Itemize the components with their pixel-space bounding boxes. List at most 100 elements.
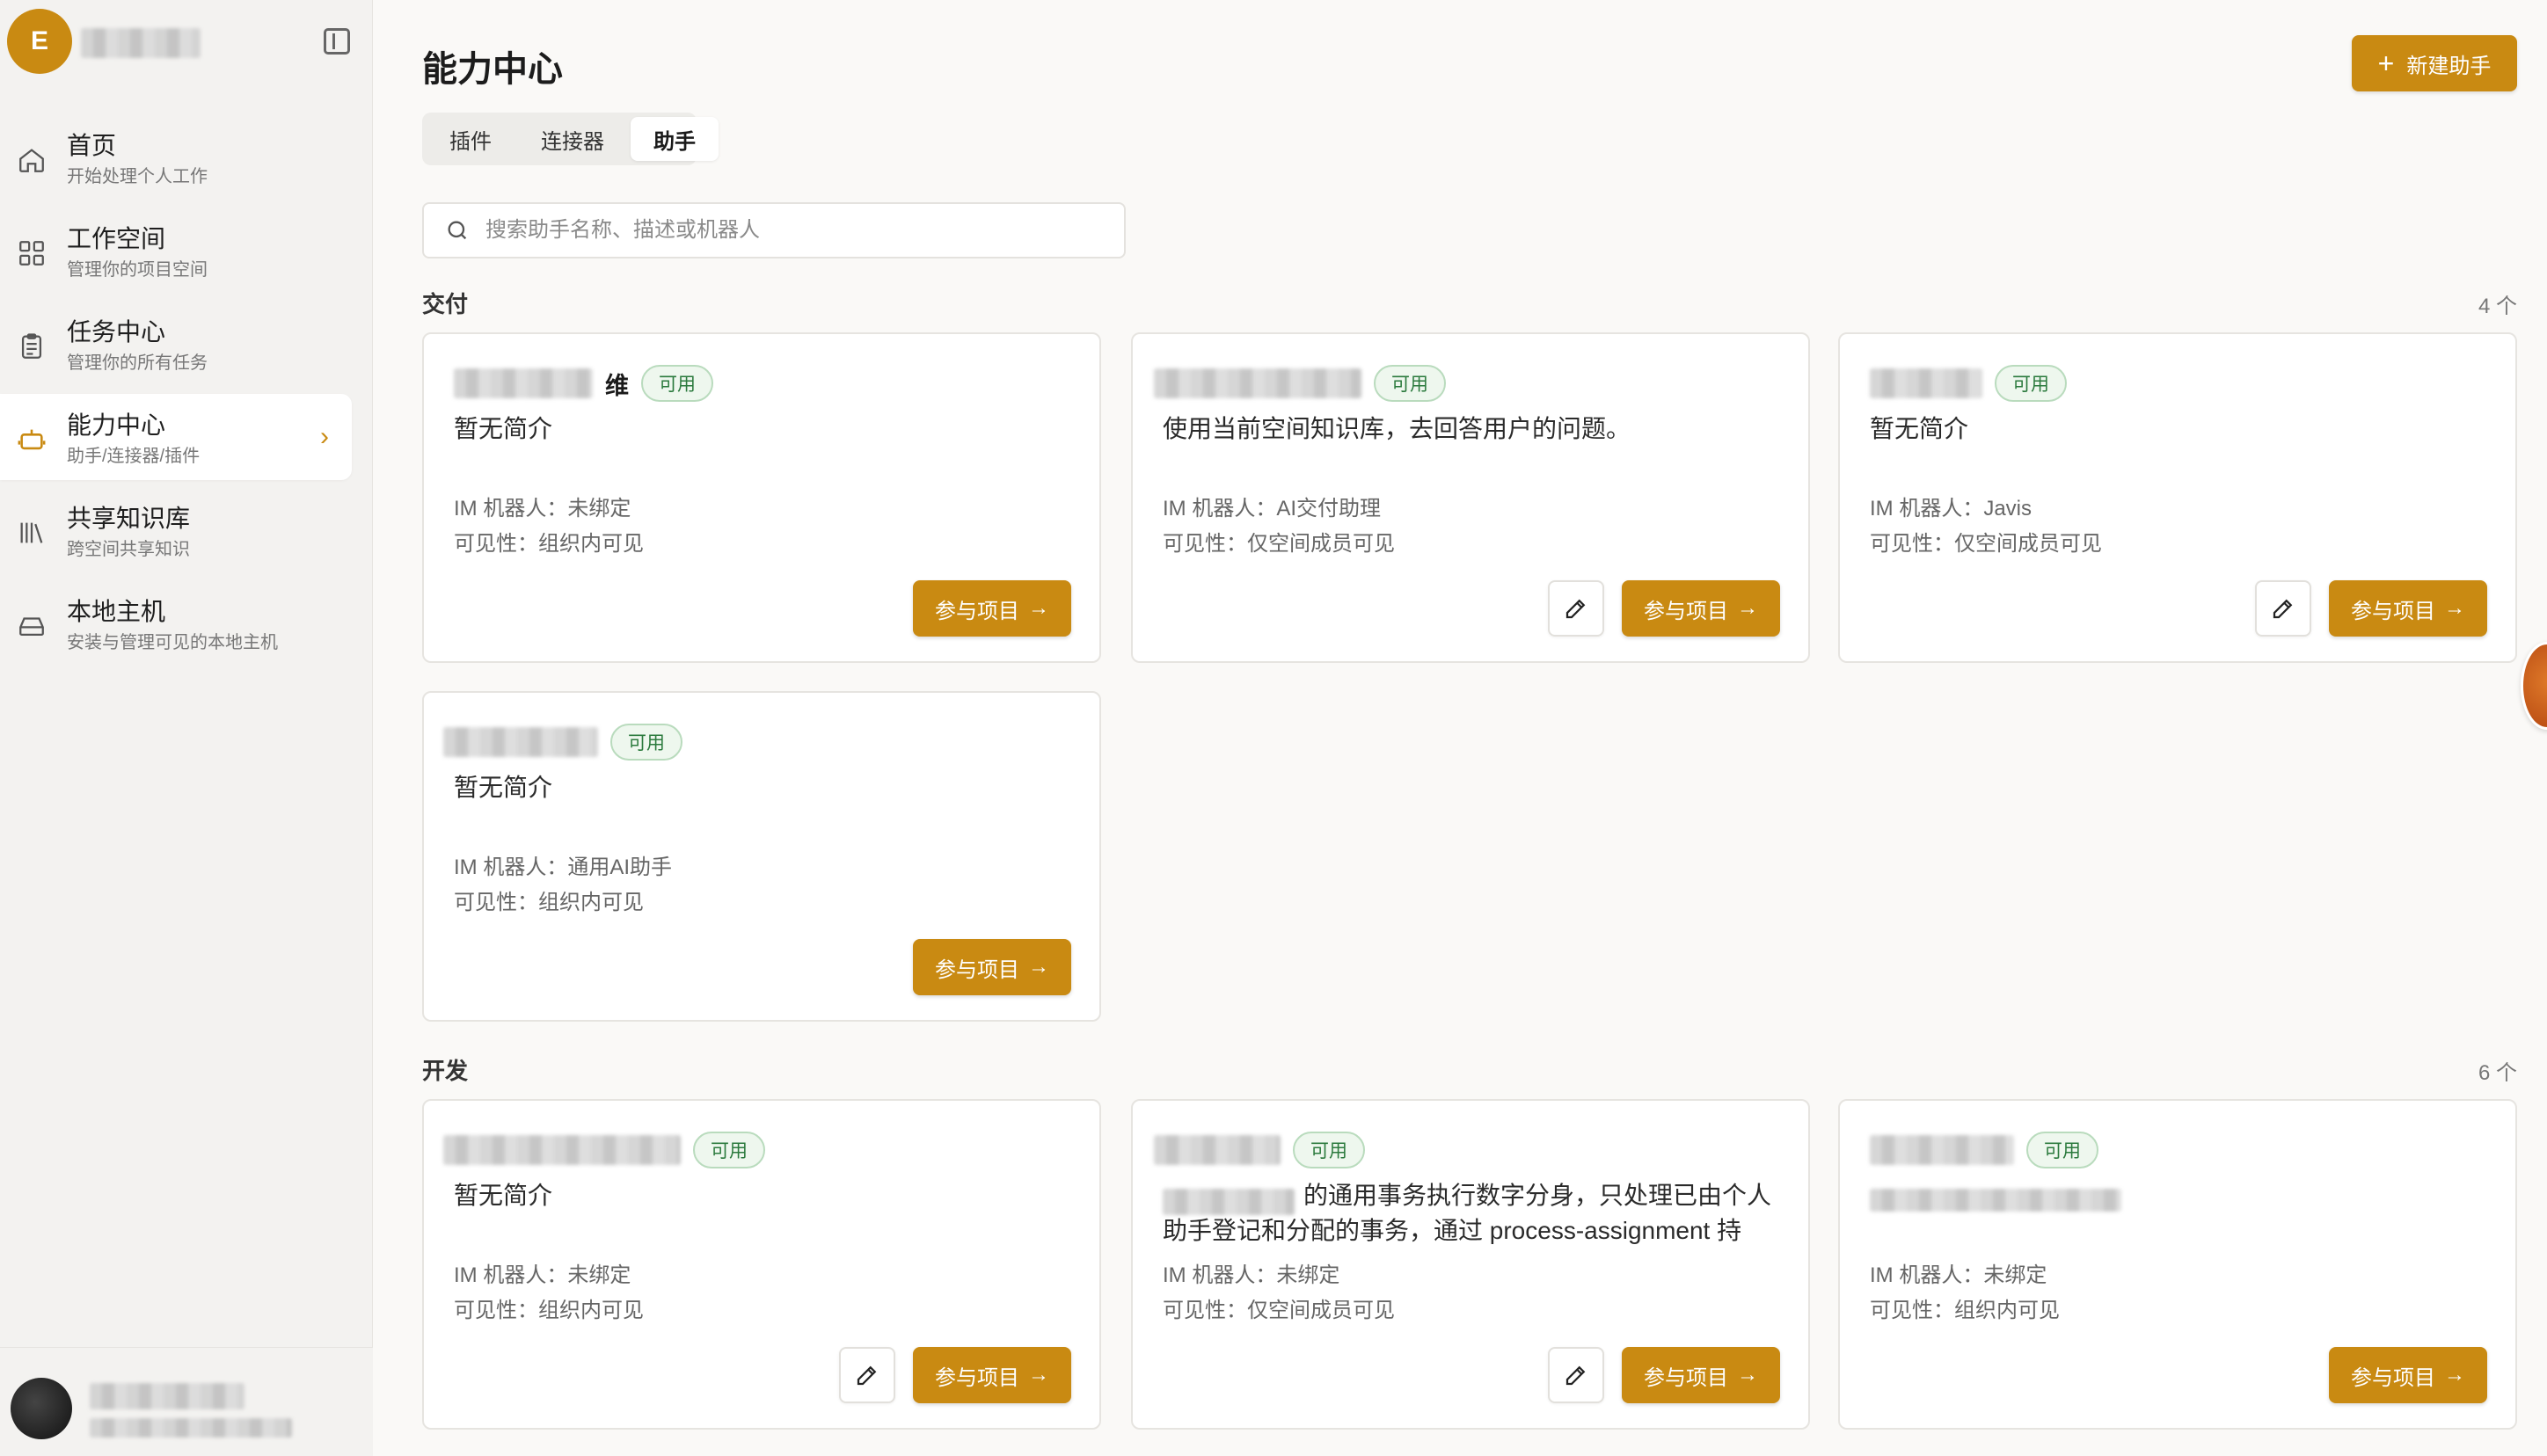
sidebar-header: E	[0, 0, 373, 88]
assistant-card[interactable]: 可用 的通用事务执行数字分身，只处理已由个人助手登记和分配的事务，通过 proc…	[1131, 1099, 1810, 1430]
join-project-label: 参与项目	[2351, 1365, 2435, 1390]
assistant-card[interactable]: 可用 暂无简介 IM 机器人：Javis 可见性：仅空间成员可见 参与项目 →	[1838, 332, 2517, 663]
sidebar-item-local-host[interactable]: 本地主机 安装与管理可见的本地主机	[0, 580, 352, 666]
status-badge: 可用	[1293, 1132, 1365, 1168]
assistant-name: 可用	[1154, 364, 1446, 403]
assistant-description: 的通用事务执行数字分身，只处理已由个人助手登记和分配的事务，通过 process…	[1163, 1182, 1772, 1244]
assistant-name: 可用	[1154, 1131, 1365, 1169]
arrow-right-icon: →	[1028, 1363, 1049, 1387]
chevron-right-icon: ›	[320, 422, 329, 451]
assistant-card[interactable]: 可用 IM 机器人：未绑定 可见性：组织内可见 参与项目 →	[1838, 1099, 2517, 1430]
join-project-label: 参与项目	[2351, 599, 2435, 623]
assistant-description: 暂无简介	[454, 415, 553, 442]
im-bot-info: IM 机器人：未绑定	[1870, 1263, 2047, 1287]
clipboard-icon	[16, 331, 47, 362]
workspace-avatar[interactable]: E	[7, 9, 72, 74]
join-project-label: 参与项目	[1644, 1365, 1728, 1390]
page-title: 能力中心	[422, 50, 563, 89]
assistant-name-suffix: 维	[605, 372, 629, 399]
main-content: 能力中心 + 新建助手 插件 连接器 助手 交付 4 个 维 可用 暂无简介 I…	[373, 0, 2547, 1456]
sidebar-item-subtitle: 管理你的项目空间	[67, 260, 208, 280]
sidebar-item-title: 能力中心	[67, 411, 166, 439]
user-name-redacted	[90, 1383, 244, 1409]
sidebar-collapse-icon[interactable]	[324, 28, 350, 55]
search-box	[422, 202, 1126, 258]
join-project-button[interactable]: 参与项目 →	[913, 939, 1071, 995]
edit-button[interactable]	[2255, 580, 2311, 637]
join-project-button[interactable]: 参与项目 →	[1622, 580, 1780, 637]
arrow-right-icon: →	[1737, 596, 1758, 620]
assistant-card[interactable]: 维 可用 暂无简介 IM 机器人：未绑定 可见性：组织内可见 参与项目 →	[422, 332, 1101, 663]
pencil-icon	[2273, 599, 2293, 619]
home-icon	[16, 144, 47, 176]
assistant-card[interactable]: 可用 暂无简介 IM 机器人：未绑定 可见性：组织内可见 参与项目 →	[422, 1099, 1101, 1430]
search-input[interactable]	[485, 213, 1101, 248]
join-project-label: 参与项目	[935, 599, 1019, 623]
assistant-card[interactable]: 可用 暂无简介 IM 机器人：通用AI助手 可见性：组织内可见 参与项目 →	[422, 691, 1101, 1022]
join-project-button[interactable]: 参与项目 →	[2329, 580, 2487, 637]
sidebar: E 首页 开始处理个人工作 工作空间 管理你的项目空间 任务中心 管理你的所有任…	[0, 0, 373, 1456]
edit-button[interactable]	[839, 1347, 895, 1403]
description-redacted	[1870, 1189, 2121, 1212]
sidebar-item-workspace[interactable]: 工作空间 管理你的项目空间	[0, 207, 352, 294]
assistant-name-redacted	[1870, 368, 1982, 398]
visibility-info: 可见性：组织内可见	[1870, 1299, 2060, 1322]
sidebar-item-capability-center[interactable]: 能力中心 助手/连接器/插件 ›	[0, 394, 352, 480]
assistant-description: 暂无简介	[1870, 415, 1969, 442]
join-project-label: 参与项目	[935, 957, 1019, 982]
edit-button[interactable]	[1548, 580, 1604, 637]
floating-assistant-icon[interactable]	[2521, 642, 2547, 730]
tab-bar: 插件 连接器 助手	[422, 113, 719, 165]
im-bot-info: IM 机器人：未绑定	[1163, 1263, 1340, 1287]
assistant-name-redacted	[1154, 368, 1361, 398]
join-project-button[interactable]: 参与项目 →	[2329, 1347, 2487, 1403]
im-bot-info: IM 机器人：未绑定	[454, 497, 631, 521]
sidebar-item-title: 首页	[67, 132, 117, 159]
status-badge: 可用	[1374, 365, 1446, 402]
sidebar-item-tasks[interactable]: 任务中心 管理你的所有任务	[0, 301, 352, 387]
join-project-button[interactable]: 参与项目 →	[913, 1347, 1071, 1403]
robot-icon	[16, 424, 47, 455]
sidebar-nav: 首页 开始处理个人工作 工作空间 管理你的项目空间 任务中心 管理你的所有任务 …	[0, 114, 373, 673]
avatar[interactable]	[11, 1378, 72, 1439]
workspace-name-redacted	[81, 28, 201, 58]
assistant-description: 使用当前空间知识库，去回答用户的问题。	[1163, 415, 1631, 442]
drive-icon	[16, 610, 47, 642]
join-project-label: 参与项目	[1644, 599, 1728, 623]
library-icon	[16, 517, 47, 549]
im-bot-info: IM 机器人：未绑定	[454, 1263, 631, 1287]
section-label: 开发	[422, 1058, 469, 1084]
sidebar-item-subtitle: 开始处理个人工作	[67, 167, 208, 186]
assistant-name: 可用	[1870, 1131, 2098, 1169]
new-assistant-button[interactable]: + 新建助手	[2352, 35, 2517, 91]
im-bot-info: IM 机器人：Javis	[1870, 497, 2032, 521]
status-badge: 可用	[2026, 1132, 2098, 1168]
tab-plugins[interactable]: 插件	[427, 117, 515, 161]
arrow-right-icon: →	[2444, 1363, 2465, 1387]
status-badge: 可用	[610, 724, 682, 761]
assistant-name-redacted	[1154, 1135, 1281, 1165]
assistant-description: 暂无简介	[454, 1182, 553, 1209]
tab-connectors[interactable]: 连接器	[518, 117, 627, 161]
arrow-right-icon: →	[2444, 596, 2465, 620]
status-badge: 可用	[693, 1132, 765, 1168]
join-project-button[interactable]: 参与项目 →	[1622, 1347, 1780, 1403]
arrow-right-icon: →	[1737, 1363, 1758, 1387]
visibility-info: 可见性：仅空间成员可见	[1163, 532, 1395, 556]
pencil-icon	[857, 1365, 877, 1386]
tab-assistants[interactable]: 助手	[631, 117, 719, 161]
assistant-name-redacted	[454, 368, 593, 398]
arrow-right-icon: →	[1028, 955, 1049, 979]
sidebar-item-subtitle: 安装与管理可见的本地主机	[67, 633, 278, 652]
assistant-name-redacted	[443, 727, 598, 757]
user-profile[interactable]	[0, 1347, 373, 1456]
status-badge: 可用	[1995, 365, 2067, 402]
visibility-info: 可见性：仅空间成员可见	[1163, 1299, 1395, 1322]
join-project-button[interactable]: 参与项目 →	[913, 580, 1071, 637]
sidebar-item-home[interactable]: 首页 开始处理个人工作	[0, 114, 352, 200]
edit-button[interactable]	[1548, 1347, 1604, 1403]
assistant-name: 可用	[443, 723, 682, 761]
sidebar-item-shared-knowledge[interactable]: 共享知识库 跨空间共享知识	[0, 487, 352, 573]
assistant-card[interactable]: 可用 使用当前空间知识库，去回答用户的问题。 IM 机器人：AI交付助理 可见性…	[1131, 332, 1810, 663]
visibility-info: 可见性：组织内可见	[454, 532, 644, 556]
